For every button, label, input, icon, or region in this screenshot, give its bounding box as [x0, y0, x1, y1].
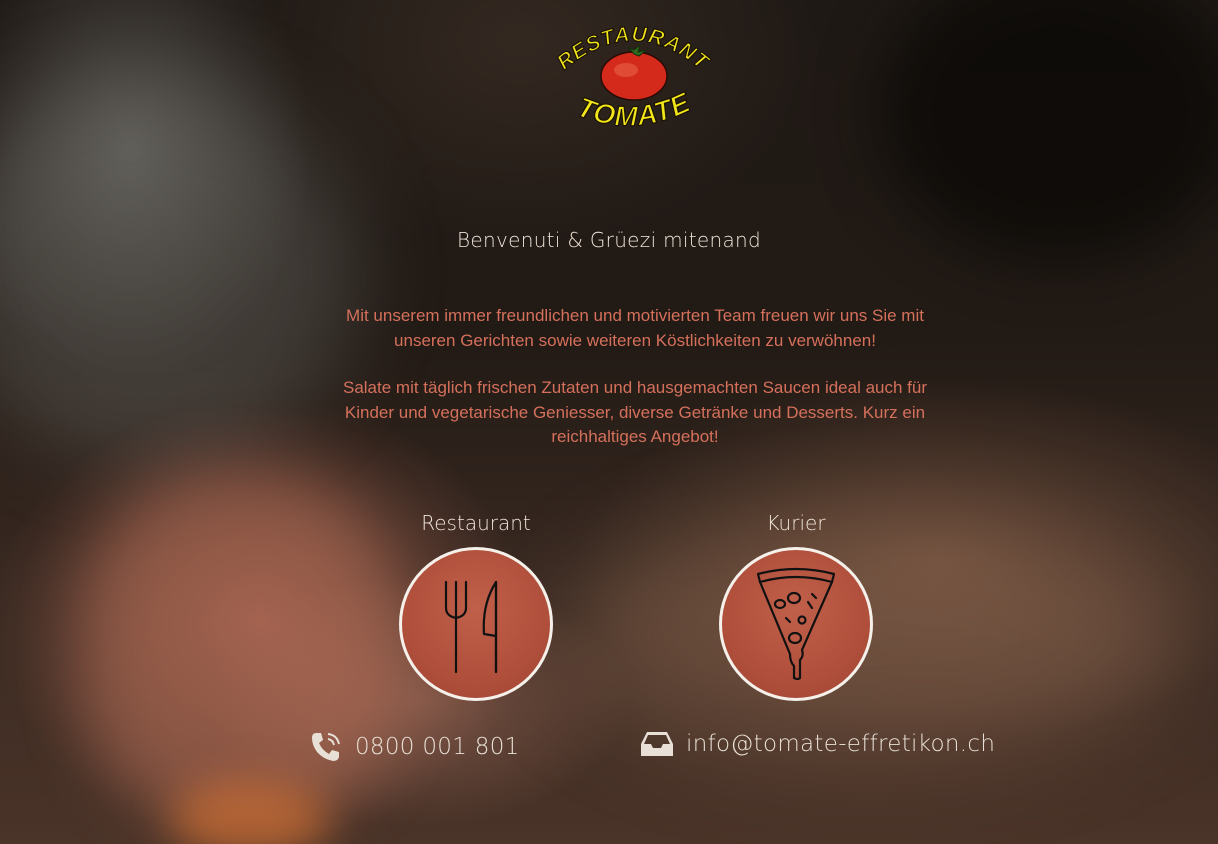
- email-link[interactable]: info@tomate-effretikon.ch: [640, 730, 995, 758]
- restaurant-service: Restaurant: [376, 511, 576, 701]
- phone-number: 0800 001 801: [355, 734, 520, 760]
- phone-link[interactable]: 0800 001 801: [309, 730, 520, 764]
- email-address: info@tomate-effretikon.ch: [686, 731, 996, 757]
- phone-icon: [309, 730, 343, 764]
- tomato-icon: [600, 43, 668, 101]
- kurier-label[interactable]: Kurier: [696, 511, 896, 539]
- kurier-button[interactable]: [719, 547, 873, 701]
- restaurant-logo[interactable]: RESTAURANT TOMATE: [548, 14, 718, 144]
- pizza-slice-icon: [756, 567, 836, 681]
- intro-paragraph-1: Mit unserem immer freundlichen und motiv…: [346, 306, 924, 350]
- restaurant-label[interactable]: Restaurant: [376, 511, 576, 539]
- kurier-service: Kurier: [696, 511, 896, 701]
- welcome-heading: Benvenuti & Grüezi mitenand: [457, 228, 761, 252]
- inbox-icon: [640, 730, 674, 758]
- restaurant-button[interactable]: [399, 547, 553, 701]
- intro-paragraph-2: Salate mit täglich frischen Zutaten und …: [342, 378, 928, 446]
- fork-knife-icon: [444, 580, 498, 674]
